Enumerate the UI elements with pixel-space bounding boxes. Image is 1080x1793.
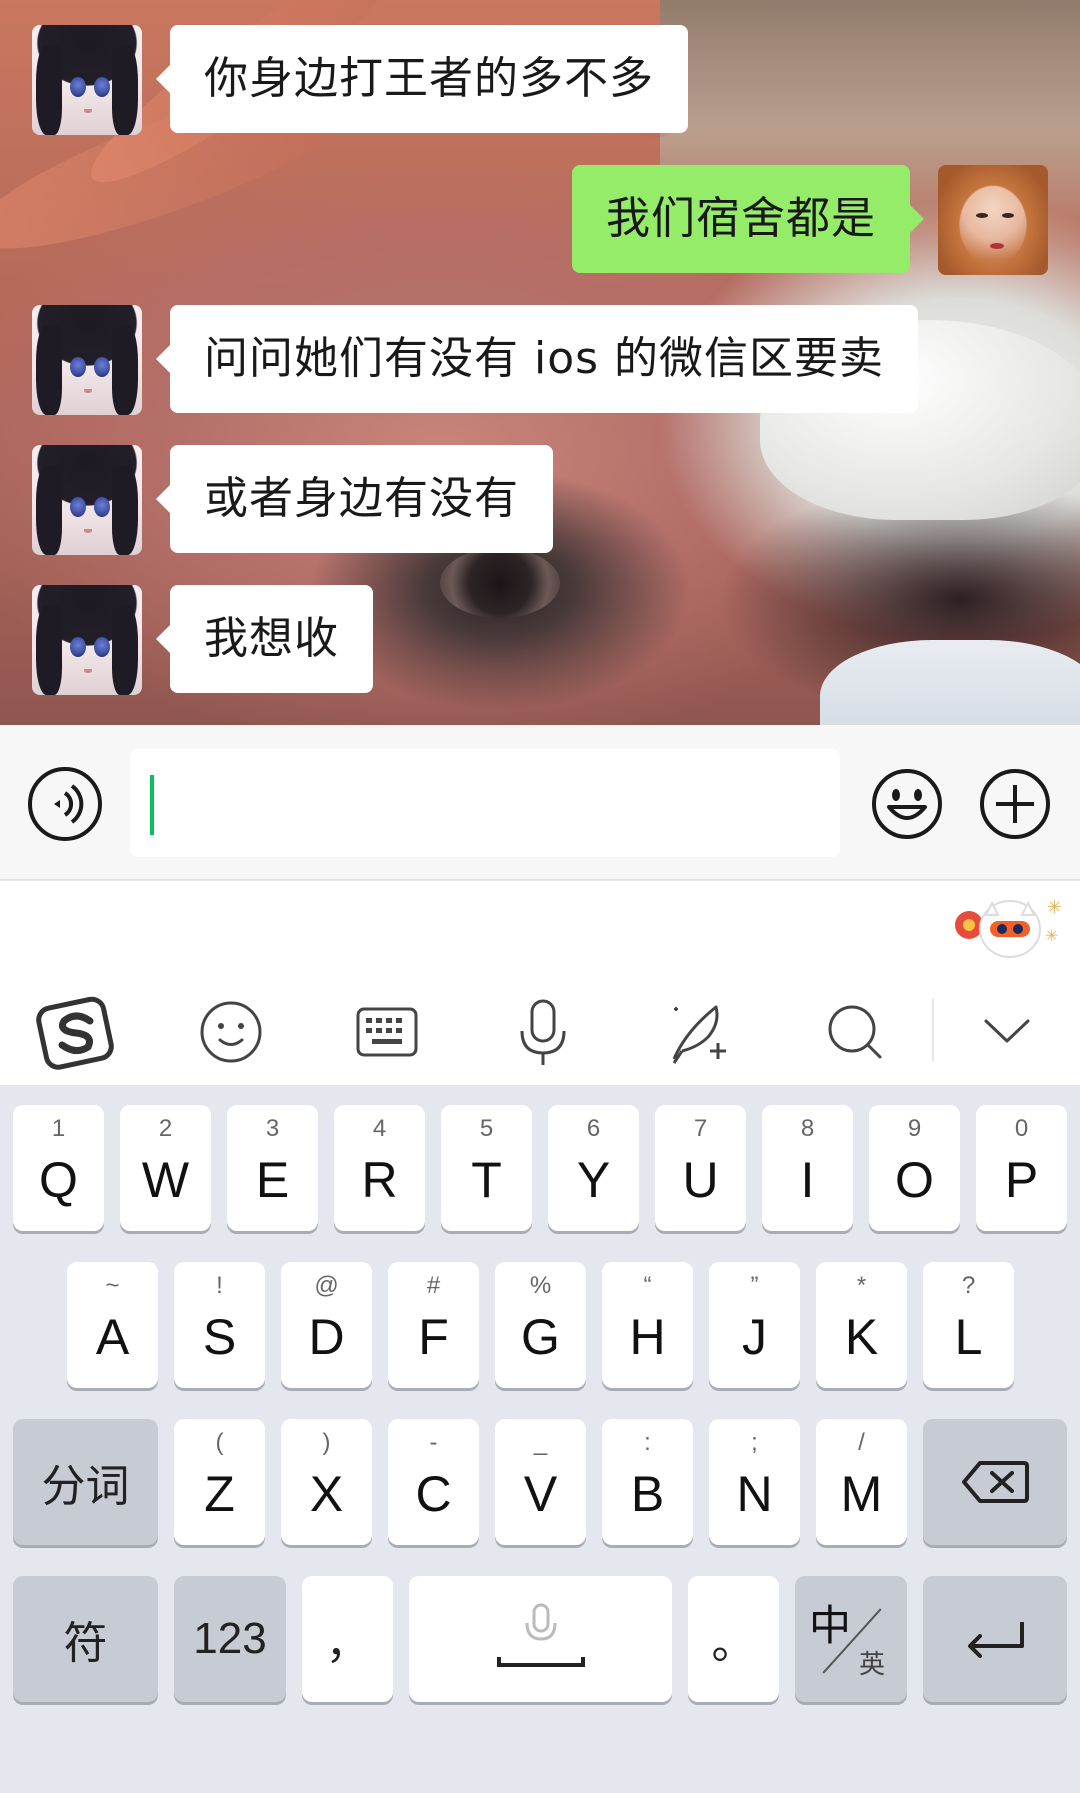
message-bubble[interactable]: 我想收 bbox=[156, 585, 373, 693]
chat-message-incoming: 我想收 bbox=[32, 585, 373, 695]
self-avatar[interactable] bbox=[938, 165, 1048, 275]
mascot-icon[interactable]: ✳ ✳ bbox=[944, 889, 1062, 965]
text-caret bbox=[150, 775, 154, 835]
contact-avatar[interactable] bbox=[32, 25, 142, 135]
lang-main-label: 中 bbox=[809, 1601, 852, 1650]
ime-banner: ✳ ✳ bbox=[0, 881, 1080, 969]
key-i[interactable]: 8I bbox=[762, 1105, 853, 1231]
lang-sub-label: 英 bbox=[859, 1650, 886, 1680]
key-k[interactable]: * K bbox=[816, 1262, 907, 1388]
chevron-down-icon[interactable] bbox=[968, 993, 1046, 1071]
microphone-icon[interactable] bbox=[504, 993, 582, 1071]
enter-icon bbox=[923, 1576, 1067, 1702]
emoji-icon[interactable] bbox=[870, 767, 944, 841]
chat-area: 你身边打王者的多不多 我们宿舍都是 问问她们有没有 ios 的微信区要卖 或者身… bbox=[0, 0, 1080, 725]
svg-text:✳: ✳ bbox=[1047, 897, 1062, 918]
soft-keyboard: 1Q 2W 3E 4R 5T 6Y 7U 8I 9O 0P ~ A ! S @ D #… bbox=[0, 1085, 1080, 1793]
voice-icon[interactable] bbox=[28, 767, 102, 841]
key-r[interactable]: 4R bbox=[334, 1105, 425, 1231]
key-g[interactable]: % G bbox=[495, 1262, 586, 1388]
enter-key[interactable] bbox=[923, 1576, 1067, 1702]
message-input-bar bbox=[0, 725, 1080, 880]
space-key[interactable] bbox=[409, 1576, 672, 1702]
chat-message-outgoing: 我们宿舍都是 bbox=[572, 165, 1048, 275]
face-icon[interactable] bbox=[192, 993, 270, 1071]
comma-key[interactable]: ， bbox=[302, 1576, 393, 1702]
toolbar-divider bbox=[932, 999, 934, 1061]
key-z[interactable]: (Z bbox=[174, 1419, 265, 1545]
key-e[interactable]: 3E bbox=[227, 1105, 318, 1231]
key-u[interactable]: 7U bbox=[655, 1105, 746, 1231]
key-p[interactable]: 0P bbox=[976, 1105, 1067, 1231]
backspace-key[interactable] bbox=[923, 1419, 1067, 1545]
key-y[interactable]: 6Y bbox=[548, 1105, 639, 1231]
ime-toolbar bbox=[0, 969, 1080, 1085]
key-n[interactable]: ; N bbox=[709, 1419, 800, 1545]
chat-message-incoming: 或者身边有没有 bbox=[32, 445, 553, 555]
contact-avatar[interactable] bbox=[32, 445, 142, 555]
key-b[interactable]: :B bbox=[602, 1419, 693, 1545]
key-w[interactable]: 2W bbox=[120, 1105, 211, 1231]
handwriting-icon[interactable] bbox=[660, 993, 738, 1071]
sogou-logo-icon[interactable] bbox=[36, 993, 114, 1071]
message-bubble[interactable]: 或者身边有没有 bbox=[156, 445, 553, 553]
svg-text:✳: ✳ bbox=[1045, 926, 1058, 945]
numbers-key[interactable]: 123 bbox=[174, 1576, 286, 1702]
backspace-icon bbox=[923, 1419, 1067, 1545]
message-input[interactable] bbox=[130, 749, 840, 857]
key-a[interactable]: ~ A bbox=[67, 1262, 158, 1388]
space-mic-icon bbox=[409, 1576, 672, 1702]
key-t[interactable]: 5T bbox=[441, 1105, 532, 1231]
key-x[interactable]: ) X bbox=[281, 1419, 372, 1545]
chat-message-incoming: 你身边打王者的多不多 bbox=[32, 25, 688, 135]
period-key[interactable]: 。 bbox=[688, 1576, 779, 1702]
key-m[interactable]: / M bbox=[816, 1419, 907, 1545]
key-q[interactable]: 1Q bbox=[13, 1105, 104, 1231]
language-switch-key[interactable]: 中 英 bbox=[795, 1576, 907, 1702]
chat-message-incoming: 问问她们有没有 ios 的微信区要卖 bbox=[32, 305, 919, 415]
word-split-key[interactable]: 分词 bbox=[13, 1419, 158, 1545]
key-c[interactable]: -C bbox=[388, 1419, 479, 1545]
message-bubble[interactable]: 你身边打王者的多不多 bbox=[156, 25, 688, 133]
background-photo-mask bbox=[820, 640, 1080, 725]
key-f[interactable]: # F bbox=[388, 1262, 479, 1388]
symbols-key[interactable]: 符 bbox=[13, 1576, 158, 1702]
key-j[interactable]: ” J bbox=[709, 1262, 800, 1388]
keyboard-icon[interactable] bbox=[348, 993, 426, 1071]
plus-icon[interactable] bbox=[978, 767, 1052, 841]
key-o[interactable]: 9O bbox=[869, 1105, 960, 1231]
contact-avatar[interactable] bbox=[32, 305, 142, 415]
key-s[interactable]: ! S bbox=[174, 1262, 265, 1388]
key-d[interactable]: @ D bbox=[281, 1262, 372, 1388]
contact-avatar[interactable] bbox=[32, 585, 142, 695]
message-bubble[interactable]: 问问她们有没有 ios 的微信区要卖 bbox=[155, 305, 919, 413]
key-h[interactable]: “H bbox=[602, 1262, 693, 1388]
key-l[interactable]: ? L bbox=[923, 1262, 1014, 1388]
key-v[interactable]: _ V bbox=[495, 1419, 586, 1545]
background-photo-eye bbox=[440, 548, 560, 618]
message-bubble[interactable]: 我们宿舍都是 bbox=[572, 165, 924, 273]
search-icon[interactable] bbox=[816, 993, 894, 1071]
